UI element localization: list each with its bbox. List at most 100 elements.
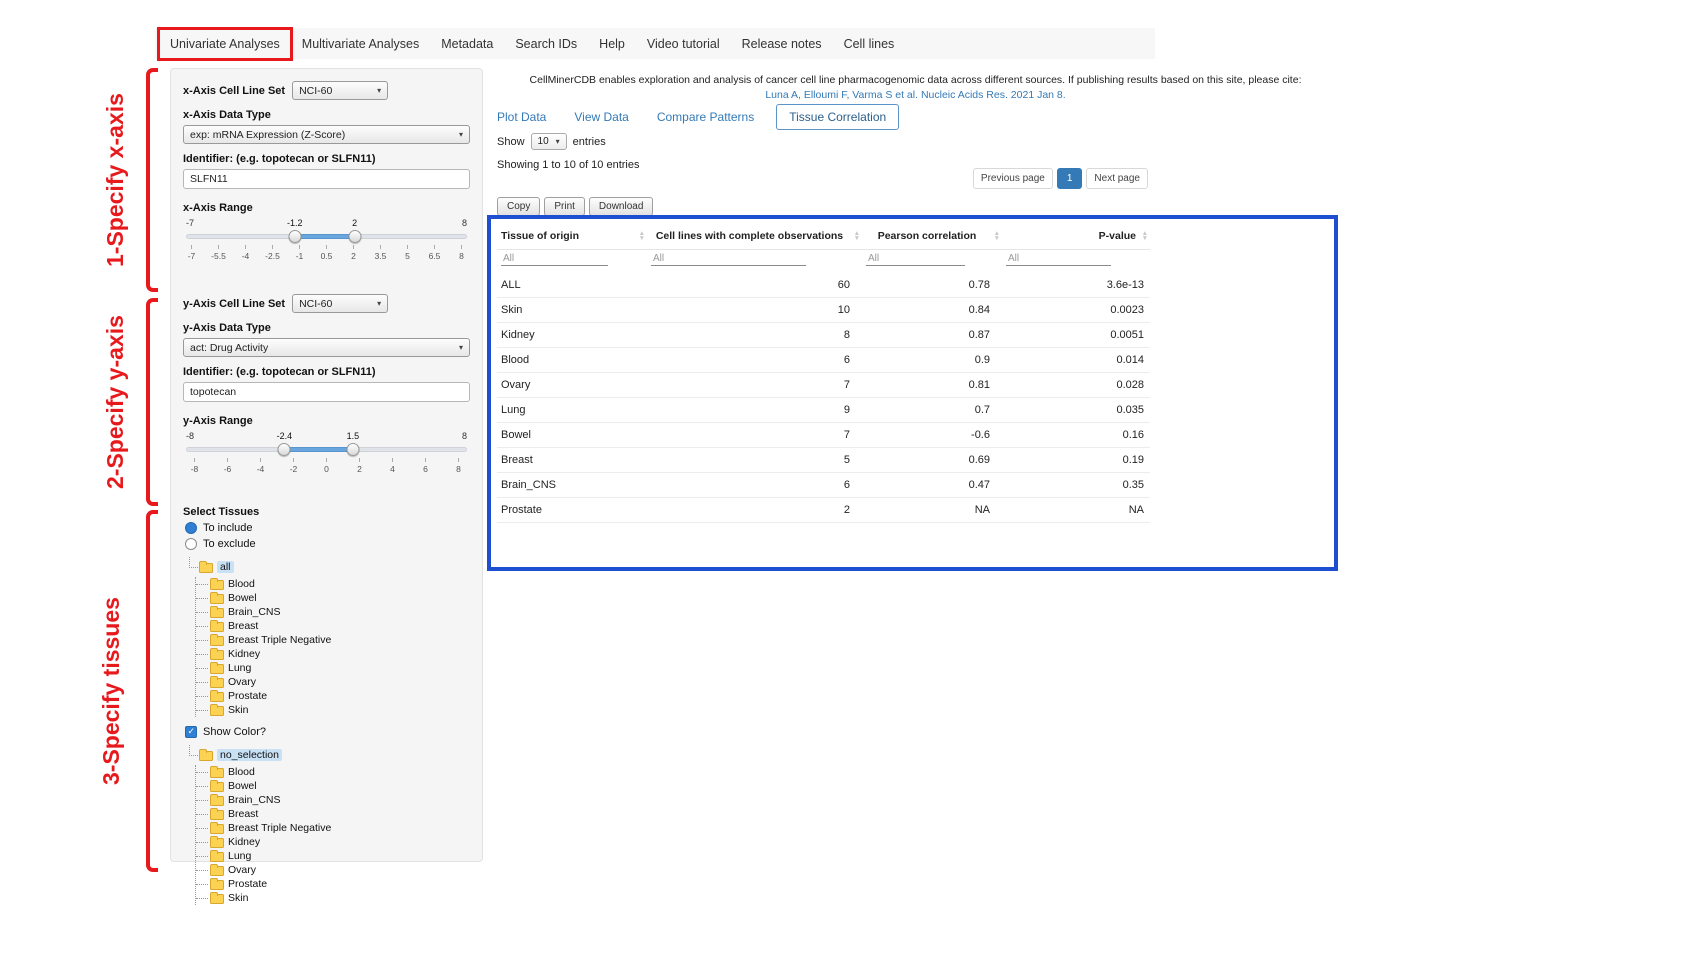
- radio-icon: [185, 522, 197, 534]
- nav-item-cell-lines[interactable]: Cell lines: [833, 29, 906, 59]
- tissue-tree-item[interactable]: Skin: [205, 891, 470, 905]
- entries-count-select[interactable]: 10 ▾: [531, 133, 567, 150]
- tissue-tree-item[interactable]: Bowel: [205, 591, 470, 605]
- slider-ticks: -8-6-4-202468: [178, 458, 475, 474]
- folder-icon: [199, 563, 213, 573]
- cell-pearson: 0.81: [862, 373, 1002, 398]
- table-row: Kidney 8 0.87 0.0051: [497, 323, 1150, 348]
- nav-item-help[interactable]: Help: [588, 29, 636, 59]
- tissue-correlation-table: Tissue of origin ▲▼ Cell lines with comp…: [497, 223, 1150, 523]
- tissue-tree-item[interactable]: Blood: [205, 765, 470, 779]
- cell-tissue: Prostate: [497, 498, 647, 523]
- chevron-down-icon: ▾: [377, 86, 381, 95]
- slider-ticks: -7-5.5-4-2.5-10.523.556.58: [178, 245, 475, 261]
- column-header-cell-lines[interactable]: Cell lines with complete observations ▲▼: [647, 223, 862, 250]
- slider-min-label: -8: [186, 431, 194, 441]
- export-button[interactable]: Print: [544, 197, 585, 216]
- cell-tissue: ALL: [497, 273, 647, 298]
- cell-tissue: Bowel: [497, 423, 647, 448]
- y-identifier-input[interactable]: [183, 382, 470, 402]
- radio-label: To include: [203, 522, 253, 534]
- table-row: Breast 5 0.69 0.19: [497, 448, 1150, 473]
- column-header-pearson[interactable]: Pearson correlation ▲▼: [862, 223, 1002, 250]
- column-header-label: Tissue of origin: [501, 230, 579, 242]
- tab-tissue-correlation[interactable]: Tissue Correlation: [776, 104, 899, 130]
- tissue-tree-item[interactable]: Lung: [205, 849, 470, 863]
- export-button[interactable]: Download: [589, 197, 653, 216]
- y-identifier-label: Identifier: (e.g. topotecan or SLFN11): [183, 366, 470, 378]
- y-data-type-label: y-Axis Data Type: [183, 322, 470, 334]
- nav-item-metadata[interactable]: Metadata: [430, 29, 504, 59]
- radio-to-include[interactable]: To include: [185, 522, 470, 534]
- tissue-tree-item[interactable]: Brain_CNS: [205, 793, 470, 807]
- y-data-type-select[interactable]: act: Drug Activity ▾: [183, 338, 470, 357]
- nav-item-univariate-analyses[interactable]: Univariate Analyses: [159, 29, 291, 59]
- tissue-tree-item[interactable]: Lung: [205, 661, 470, 675]
- tissue-tree-item[interactable]: Breast Triple Negative: [205, 821, 470, 835]
- tree-root-no-selection[interactable]: no_selection: [187, 747, 470, 763]
- tissue-tree-item[interactable]: Breast: [205, 807, 470, 821]
- x-cell-line-set-select[interactable]: NCI-60 ▾: [292, 81, 388, 100]
- table-row: Prostate 2 NA NA: [497, 498, 1150, 523]
- tissue-tree-item[interactable]: Brain_CNS: [205, 605, 470, 619]
- next-page-button[interactable]: Next page: [1086, 168, 1148, 189]
- slider-low-handle[interactable]: [288, 230, 301, 243]
- tissue-tree-item[interactable]: Blood: [205, 577, 470, 591]
- select-tissues-label: Select Tissues: [183, 506, 470, 518]
- citation-link[interactable]: Luna A, Elloumi F, Varma S et al. Nuclei…: [488, 88, 1343, 102]
- page-number-button[interactable]: 1: [1057, 168, 1083, 189]
- x-data-type-select[interactable]: exp: mRNA Expression (Z-Score) ▾: [183, 125, 470, 144]
- column-filter-input[interactable]: [866, 252, 965, 266]
- slider-tick-label: 6.5: [421, 245, 448, 261]
- annotation-bracket-y-axis: [146, 298, 158, 506]
- tissue-tree-item[interactable]: Bowel: [205, 779, 470, 793]
- tissue-tree-item[interactable]: Prostate: [205, 689, 470, 703]
- sort-icon: ▲▼: [994, 231, 1000, 241]
- export-button[interactable]: Copy: [497, 197, 540, 216]
- tissue-tree-item[interactable]: Ovary: [205, 863, 470, 877]
- tissue-tree-item[interactable]: Kidney: [205, 647, 470, 661]
- select-value: exp: mRNA Expression (Z-Score): [190, 129, 345, 141]
- folder-icon: [210, 768, 224, 778]
- tab-compare-patterns[interactable]: Compare Patterns: [657, 110, 754, 124]
- column-filter-input[interactable]: [651, 252, 806, 266]
- cell-pvalue: 0.014: [1002, 348, 1150, 373]
- slider-tick-label: -2.5: [259, 245, 286, 261]
- cell-pearson: 0.9: [862, 348, 1002, 373]
- show-color-checkbox[interactable]: Show Color?: [185, 726, 470, 738]
- column-header-pvalue[interactable]: P-value ▲▼: [1002, 223, 1150, 250]
- tissue-tree-item[interactable]: Kidney: [205, 835, 470, 849]
- sort-icon: ▲▼: [1142, 231, 1148, 241]
- nav-item-multivariate-analyses[interactable]: Multivariate Analyses: [291, 29, 430, 59]
- show-entries-control: Show 10 ▾ entries: [497, 133, 606, 150]
- radio-to-exclude[interactable]: To exclude: [185, 538, 470, 550]
- tab-plot-data[interactable]: Plot Data: [497, 110, 546, 124]
- tissue-tree-item[interactable]: Skin: [205, 703, 470, 717]
- nav-item-release-notes[interactable]: Release notes: [731, 29, 833, 59]
- previous-page-button[interactable]: Previous page: [973, 168, 1053, 189]
- tree-root-all[interactable]: all: [187, 559, 470, 575]
- tissue-tree-item[interactable]: Breast Triple Negative: [205, 633, 470, 647]
- slider-tick-label: 0: [310, 458, 343, 474]
- show-label: Show: [497, 136, 525, 148]
- x-range-label: x-Axis Range: [183, 202, 470, 214]
- y-cell-line-set-select[interactable]: NCI-60 ▾: [292, 294, 388, 313]
- tissue-tree-item[interactable]: Breast: [205, 619, 470, 633]
- tab-view-data[interactable]: View Data: [574, 110, 628, 124]
- nav-item-video-tutorial[interactable]: Video tutorial: [636, 29, 731, 59]
- tissue-tree-item[interactable]: Ovary: [205, 675, 470, 689]
- column-header-tissue[interactable]: Tissue of origin ▲▼: [497, 223, 647, 250]
- slider-high-handle[interactable]: [348, 230, 361, 243]
- slider-high-handle[interactable]: [346, 443, 359, 456]
- column-header-label: Pearson correlation: [878, 230, 977, 242]
- nav-item-search-ids[interactable]: Search IDs: [504, 29, 588, 59]
- folder-icon: [210, 636, 224, 646]
- slider-low-handle[interactable]: [278, 443, 291, 456]
- table-filter-row: [497, 250, 1150, 274]
- column-filter-input[interactable]: [1006, 252, 1111, 266]
- column-filter-input[interactable]: [501, 252, 608, 266]
- x-identifier-input[interactable]: [183, 169, 470, 189]
- tissue-tree-item[interactable]: Prostate: [205, 877, 470, 891]
- tissue-label: Prostate: [228, 690, 267, 702]
- cell-pearson: 0.78: [862, 273, 1002, 298]
